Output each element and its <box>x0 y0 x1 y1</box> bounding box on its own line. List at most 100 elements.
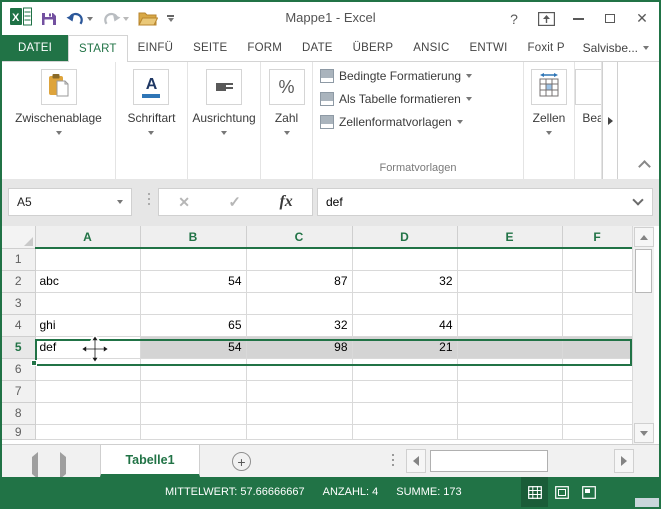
sheet-tab-tabelle1[interactable]: Tabelle1 <box>100 445 200 477</box>
minimize-button[interactable] <box>565 7 591 31</box>
cell-D2[interactable]: 32 <box>352 270 458 293</box>
cell-C5[interactable]: 98 <box>246 336 353 359</box>
name-box-caret[interactable] <box>117 200 123 204</box>
cell-F9[interactable] <box>562 424 633 440</box>
tab-ansicht[interactable]: ANSIC <box>403 35 459 61</box>
scroll-down-button[interactable] <box>634 423 654 443</box>
zahl-button[interactable]: % Zahl <box>268 69 305 135</box>
tab-entwicklertools[interactable]: ENTWI <box>459 35 517 61</box>
ribbon-scroll-right-button[interactable] <box>602 62 618 179</box>
ausrichtung-button[interactable]: Ausrichtung <box>192 69 256 135</box>
cell-A9[interactable] <box>35 424 141 440</box>
tab-formeln[interactable]: FORM <box>237 35 292 61</box>
cell-C7[interactable] <box>246 380 353 403</box>
fill-handle[interactable] <box>31 360 37 366</box>
tab-bar-splitter[interactable] <box>392 454 394 466</box>
tab-datei[interactable]: DATEI <box>2 35 69 61</box>
cell-F2[interactable] <box>562 270 633 293</box>
row-header-5[interactable]: 5 <box>2 336 36 359</box>
cell-E6[interactable] <box>457 358 563 381</box>
bedingte-formatierung-button[interactable]: Bedingte Formatierung <box>320 66 523 85</box>
cell-D5[interactable]: 21 <box>352 336 458 359</box>
cell-E4[interactable] <box>457 314 563 337</box>
vertical-scrollbar-thumb[interactable] <box>635 249 652 293</box>
tab-daten[interactable]: DATE <box>292 35 343 61</box>
window-resize-grip[interactable] <box>635 498 659 507</box>
horizontal-scrollbar[interactable] <box>406 449 634 473</box>
scroll-up-button[interactable] <box>634 227 654 247</box>
col-header-B[interactable]: B <box>140 226 247 249</box>
cell-B5[interactable]: 54 <box>140 336 247 359</box>
cell-E5[interactable] <box>457 336 563 359</box>
ribbon-display-options-button[interactable] <box>533 7 559 31</box>
formula-input[interactable]: def <box>317 188 653 216</box>
cell-D3[interactable] <box>352 292 458 315</box>
next-sheet-button[interactable] <box>60 452 66 479</box>
tab-start[interactable]: START <box>68 35 128 62</box>
cell-D8[interactable] <box>352 402 458 425</box>
tab-ueberpruefen[interactable]: ÜBERP <box>343 35 404 61</box>
cell-B9[interactable] <box>140 424 247 440</box>
row-header-4[interactable]: 4 <box>2 314 36 337</box>
cell-B8[interactable] <box>140 402 247 425</box>
tab-foxit[interactable]: Foxit P <box>518 35 575 61</box>
page-layout-view-button[interactable] <box>548 477 575 507</box>
cell-E3[interactable] <box>457 292 563 315</box>
cell-B3[interactable] <box>140 292 247 315</box>
cell-A8[interactable] <box>35 402 141 425</box>
cell-B1[interactable] <box>140 248 247 271</box>
als-tabelle-formatieren-button[interactable]: Als Tabelle formatieren <box>320 89 523 108</box>
cell-C3[interactable] <box>246 292 353 315</box>
scroll-right-button[interactable] <box>614 449 634 473</box>
collapse-ribbon-chevron-icon[interactable] <box>638 160 651 173</box>
add-sheet-button[interactable]: + <box>232 452 251 471</box>
page-break-preview-button[interactable] <box>575 477 602 507</box>
help-button[interactable]: ? <box>501 7 527 31</box>
row-header-1[interactable]: 1 <box>2 248 36 271</box>
cell-E1[interactable] <box>457 248 563 271</box>
cell-D9[interactable] <box>352 424 458 440</box>
cell-F7[interactable] <box>562 380 633 403</box>
close-button[interactable]: ✕ <box>629 7 655 31</box>
cell-F4[interactable] <box>562 314 633 337</box>
cell-A2[interactable]: abc <box>35 270 141 293</box>
bearbeiten-button[interactable]: Bea <box>575 69 601 125</box>
cell-B4[interactable]: 65 <box>140 314 247 337</box>
row-header-8[interactable]: 8 <box>2 402 36 425</box>
formula-bar-splitter[interactable] <box>148 193 150 205</box>
col-header-F[interactable]: F <box>562 226 633 249</box>
cell-B2[interactable]: 54 <box>140 270 247 293</box>
cancel-icon[interactable]: ✕ <box>178 194 190 211</box>
col-header-C[interactable]: C <box>246 226 353 249</box>
vertical-scrollbar[interactable] <box>632 226 654 444</box>
expand-formula-bar-icon[interactable] <box>632 194 644 206</box>
cell-E9[interactable] <box>457 424 563 440</box>
cell-F8[interactable] <box>562 402 633 425</box>
row-header-3[interactable]: 3 <box>2 292 36 315</box>
select-all-corner[interactable] <box>2 226 36 249</box>
horizontal-scrollbar-thumb[interactable] <box>430 450 548 472</box>
cell-A7[interactable] <box>35 380 141 403</box>
normal-view-button[interactable] <box>521 477 548 507</box>
cell-A1[interactable] <box>35 248 141 271</box>
cell-E7[interactable] <box>457 380 563 403</box>
cell-B6[interactable] <box>140 358 247 381</box>
cell-F6[interactable] <box>562 358 633 381</box>
schriftart-button[interactable]: A Schriftart <box>127 69 176 135</box>
col-header-D[interactable]: D <box>352 226 458 249</box>
cell-D6[interactable] <box>352 358 458 381</box>
previous-sheet-button[interactable] <box>32 452 38 479</box>
name-box[interactable]: A5 <box>8 188 132 216</box>
enter-icon[interactable]: ✓ <box>228 193 241 211</box>
user-account-menu[interactable]: Salvisbe... <box>583 35 659 61</box>
cell-C6[interactable] <box>246 358 353 381</box>
tab-seitenlayout[interactable]: SEITE <box>183 35 237 61</box>
maximize-button[interactable] <box>597 7 623 31</box>
cell-A4[interactable]: ghi <box>35 314 141 337</box>
cell-F1[interactable] <box>562 248 633 271</box>
cell-D4[interactable]: 44 <box>352 314 458 337</box>
cell-C8[interactable] <box>246 402 353 425</box>
zwischenablage-button[interactable]: Zwischenablage <box>15 69 102 135</box>
cell-C1[interactable] <box>246 248 353 271</box>
cell-C9[interactable] <box>246 424 353 440</box>
